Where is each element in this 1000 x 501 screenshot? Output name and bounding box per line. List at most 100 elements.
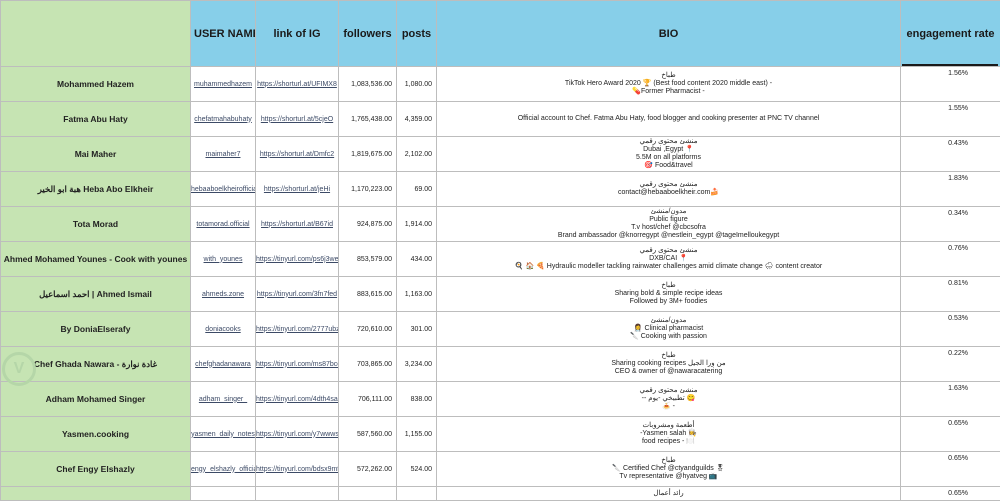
influencer-name: Chef Engy Elshazly	[1, 452, 191, 487]
username-cell[interactable]: ahmeds.zone	[191, 277, 256, 312]
username-cell[interactable]: with_younes	[191, 242, 256, 277]
ig-link[interactable]: https://shorturl.at/Dmfc2	[256, 137, 339, 172]
followers-cell: 883,615.00	[339, 277, 397, 312]
header-name	[1, 1, 191, 67]
ig-link[interactable]: https://tinyurl.com/bdsx9mf9	[256, 452, 339, 487]
ig-link[interactable]: https://shorturl.at/UFIMX8	[256, 67, 339, 102]
ig-link[interactable]	[256, 487, 339, 501]
bio-line: Dubai ,Egypt 📍	[437, 146, 900, 154]
engagement-rate-cell: 1.56%	[901, 67, 1000, 102]
bio-line: Brand ambassador @knorregypt @nestlein_e…	[437, 232, 900, 240]
username-cell[interactable]: engy_elshazly_official	[191, 452, 256, 487]
posts-cell: 1,155.00	[397, 417, 437, 452]
username-cell[interactable]: yasmen_daily_notes	[191, 417, 256, 452]
header-posts: posts	[397, 1, 437, 67]
username-cell[interactable]: chefghadanawara	[191, 347, 256, 382]
posts-cell: 1,914.00	[397, 207, 437, 242]
posts-cell	[397, 487, 437, 501]
bio-cell: مدون/منشئPublic figureT.v host/chef @cbc…	[437, 207, 901, 242]
bio-line: CEO & owner of @nawaracatering	[437, 368, 900, 376]
bio-line: Official account to Chef. Fatma Abu Haty…	[437, 115, 900, 123]
followers-cell: 572,262.00	[339, 452, 397, 487]
header-row: USER NAME link of IG followers posts BIO…	[1, 1, 1000, 67]
bio-cell: أطعمة ومشروبات-Yasmen salah 👩‍🍳food reci…	[437, 417, 901, 452]
influencer-name: Mai Maher	[1, 137, 191, 172]
bio-line: Tv representative @hyatveg 📺	[437, 473, 900, 481]
table-row: Chef Engy Elshazlyengy_elshazly_official…	[1, 452, 1000, 487]
table-row: By DoniaElserafydoniacookshttps://tinyur…	[1, 312, 1000, 347]
bio-line: رائد أعمال	[437, 490, 900, 498]
posts-cell: 301.00	[397, 312, 437, 347]
username-cell[interactable]: chefatmahabuhaty	[191, 102, 256, 137]
followers-cell	[339, 487, 397, 501]
engagement-column-underline	[902, 64, 998, 66]
username-cell[interactable]: muhammedhazem	[191, 67, 256, 102]
username-cell[interactable]: totamorad.official	[191, 207, 256, 242]
bio-line: Sharing cooking recipes من ورا الجيل	[437, 360, 900, 368]
engagement-rate-cell: 1.63%	[901, 382, 1000, 417]
posts-cell: 838.00	[397, 382, 437, 417]
ig-link[interactable]: https://tinyurl.com/ps6j3we	[256, 242, 339, 277]
username-cell[interactable]: doniacooks	[191, 312, 256, 347]
engagement-rate-cell: 0.81%	[901, 277, 1000, 312]
posts-cell: 2,102.00	[397, 137, 437, 172]
bio-cell: منشئ محتوى رقميcontact@hebaaboelkheir.co…	[437, 172, 901, 207]
username-cell[interactable]	[191, 487, 256, 501]
bio-line: منشئ محتوى رقمي	[437, 387, 900, 395]
ig-link[interactable]: https://tinyurl.com/y7wwws7r	[256, 417, 339, 452]
username-cell[interactable]: maimaher7	[191, 137, 256, 172]
followers-cell: 924,875.00	[339, 207, 397, 242]
influencer-name: هبة ابو الخير Heba Abo Elkheir	[1, 172, 191, 207]
table-row: Mai Mahermaimaher7https://shorturl.at/Dm…	[1, 137, 1000, 172]
ig-link[interactable]: https://tinyurl.com/ms87bccr	[256, 347, 339, 382]
influencer-name: Tota Morad	[1, 207, 191, 242]
header-engagement-rate: engagement rate	[901, 1, 1000, 67]
influencer-name: Ahmed Mohamed Younes - Cook with younes	[1, 242, 191, 277]
table-row: Ahmed Mohamed Younes - Cook with younesw…	[1, 242, 1000, 277]
bio-line: food recipes - 🍽️	[437, 438, 900, 446]
followers-cell: 1,819,675.00	[339, 137, 397, 172]
followers-cell: 587,560.00	[339, 417, 397, 452]
influencer-name: احمد اسماعيل | Ahmed Ismail	[1, 277, 191, 312]
engagement-rate-cell: 0.43%	[901, 137, 1000, 172]
bio-cell: رائد أعمال	[437, 487, 901, 501]
followers-cell: 703,865.00	[339, 347, 397, 382]
bio-line: 5.5M on all platforms	[437, 154, 900, 162]
bio-line: طباخ	[437, 72, 900, 80]
ig-link[interactable]: https://tinyurl.com/4dth4sak	[256, 382, 339, 417]
influencer-name: Mohammed Hazem	[1, 67, 191, 102]
bio-cell: منشئ محتوى رقميDubai ,Egypt 📍5.5M on all…	[437, 137, 901, 172]
bio-line: طباخ	[437, 282, 900, 290]
table-row: رائد أعمال0.65%	[1, 487, 1000, 501]
table-row: هبة ابو الخير Heba Abo Elkheirhebaaboelk…	[1, 172, 1000, 207]
posts-cell: 3,234.00	[397, 347, 437, 382]
posts-cell: 4,359.00	[397, 102, 437, 137]
username-cell[interactable]: hebaaboelkheirofficial	[191, 172, 256, 207]
table-row: Yasmen.cookingyasmen_daily_noteshttps://…	[1, 417, 1000, 452]
posts-cell: 434.00	[397, 242, 437, 277]
ig-link[interactable]: https://shorturl.at/5cjeO	[256, 102, 339, 137]
bio-line: Sharing bold & simple recipe ideas	[437, 290, 900, 298]
bio-line: -Yasmen salah 👩‍🍳	[437, 430, 900, 438]
header-link: link of IG	[256, 1, 339, 67]
followers-cell: 1,170,223.00	[339, 172, 397, 207]
ig-link[interactable]: https://shorturl.at/B67id	[256, 207, 339, 242]
bio-line: DXB/CAI 📍	[437, 255, 900, 263]
username-cell[interactable]: adham_singer_	[191, 382, 256, 417]
ig-link[interactable]: https://tinyurl.com/3fn7fed	[256, 277, 339, 312]
influencer-name: Fatma Abu Haty	[1, 102, 191, 137]
engagement-rate-cell: 0.22%	[901, 347, 1000, 382]
followers-cell: 706,111.00	[339, 382, 397, 417]
header-followers: followers	[339, 1, 397, 67]
bio-line: منشئ محتوى رقمي	[437, 138, 900, 146]
posts-cell: 69.00	[397, 172, 437, 207]
ig-link[interactable]: https://tinyurl.com/2777ubz	[256, 312, 339, 347]
bio-cell: منشئ محتوى رقمي-- تطبيخي -يوم 😋🍝 -	[437, 382, 901, 417]
table-row: احمد اسماعيل | Ahmed Ismailahmeds.zoneht…	[1, 277, 1000, 312]
influencer-name: Yasmen.cooking	[1, 417, 191, 452]
ig-link[interactable]: https://shorturl.at/jeHi	[256, 172, 339, 207]
bio-cell: طباخ🔪 Certified Chef @ctyandguilds 🎖Tv r…	[437, 452, 901, 487]
posts-cell: 1,163.00	[397, 277, 437, 312]
engagement-rate-cell: 0.65%	[901, 487, 1000, 501]
table-row: Adham Mohamed Singeradham_singer_https:/…	[1, 382, 1000, 417]
